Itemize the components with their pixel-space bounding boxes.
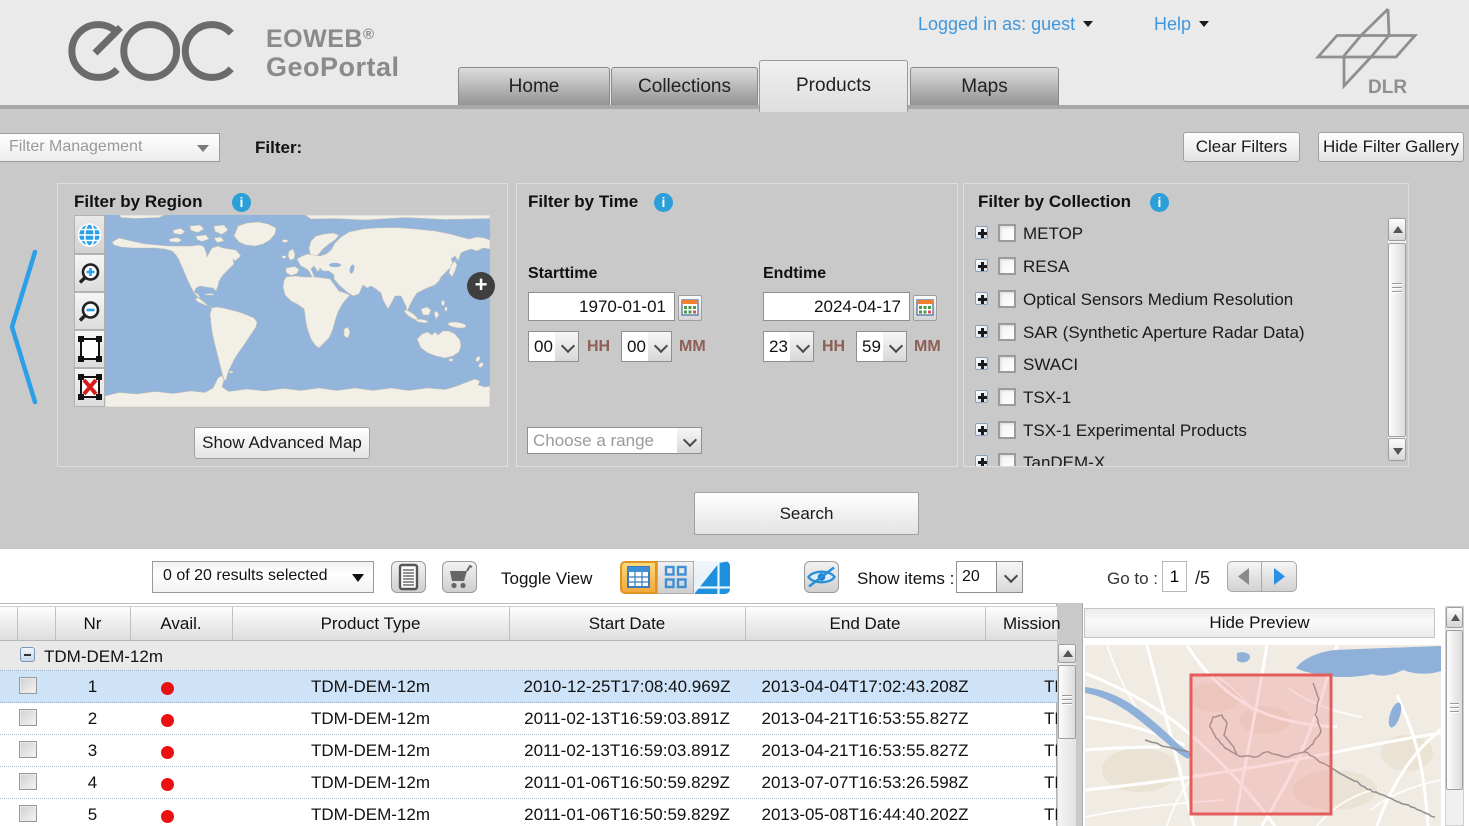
svg-text:DLR: DLR bbox=[1368, 77, 1407, 96]
